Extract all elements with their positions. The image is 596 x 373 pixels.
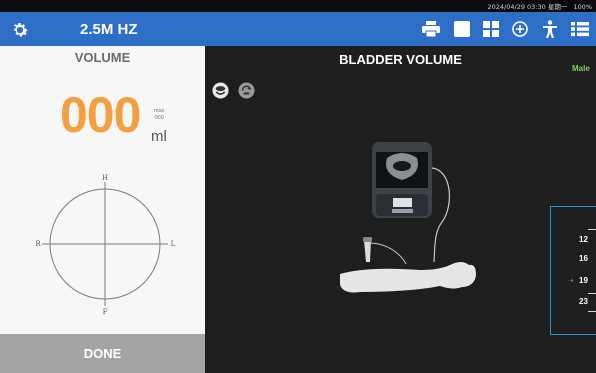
scale-tick (588, 293, 596, 294)
status-text: 2024/04/29 03:30 星期一 100% (484, 1, 593, 11)
status-bar: 2024/04/29 03:30 星期一 100% (0, 0, 596, 12)
orientation-left: R (35, 240, 41, 248)
orientation-diagram: H F R L (35, 174, 176, 316)
volume-title: VOLUME (74, 50, 131, 65)
orientation-bottom: F (103, 308, 108, 316)
depth-value-current[interactable]: 19 (579, 276, 588, 285)
grid-icon[interactable] (481, 20, 501, 38)
scale-tick (588, 229, 596, 230)
depth-value[interactable]: 12 (579, 235, 588, 244)
frequency-label[interactable]: 2.5M HZ (80, 21, 138, 38)
probe-icon (363, 237, 407, 265)
ultrasound-device-icon (372, 142, 432, 218)
supine-mode-icon[interactable] (212, 82, 229, 99)
depth-pointer-icon: ➝ (567, 276, 574, 285)
printer-icon[interactable] (421, 20, 441, 38)
person-icon[interactable] (540, 20, 560, 38)
scale-tick (588, 311, 596, 312)
volume-unit: ml (151, 128, 167, 145)
orientation-right: L (171, 240, 176, 248)
orientation-top: H (102, 174, 108, 182)
rotate-mode-icon[interactable] (238, 82, 255, 99)
volume-max-value: 000 (154, 114, 164, 121)
depth-scale[interactable] (550, 206, 596, 335)
volume-value: 000 (60, 87, 141, 143)
add-circle-icon[interactable] (510, 20, 530, 38)
done-button[interactable]: DONE (0, 334, 205, 373)
volume-max: max 000 (154, 108, 164, 121)
patient-body-icon (340, 261, 476, 293)
gender-label[interactable]: Male (572, 64, 590, 73)
volume-panel: VOLUME 000 max 000 ml H F R L DONE (0, 46, 205, 373)
bladder-volume-title: BLADDER VOLUME (339, 52, 462, 67)
scan-illustration (340, 142, 476, 293)
gear-icon[interactable] (10, 20, 30, 40)
status-datetime: 2024/04/29 03:30 星期一 (487, 3, 568, 11)
volume-max-label: max (154, 108, 165, 114)
square-icon[interactable] (452, 20, 472, 38)
list-icon[interactable] (570, 20, 590, 38)
depth-value[interactable]: 16 (579, 254, 588, 263)
battery-level: 100% (573, 3, 592, 11)
depth-value[interactable]: 23 (579, 297, 588, 306)
top-toolbar: 2.5M HZ (0, 12, 596, 46)
